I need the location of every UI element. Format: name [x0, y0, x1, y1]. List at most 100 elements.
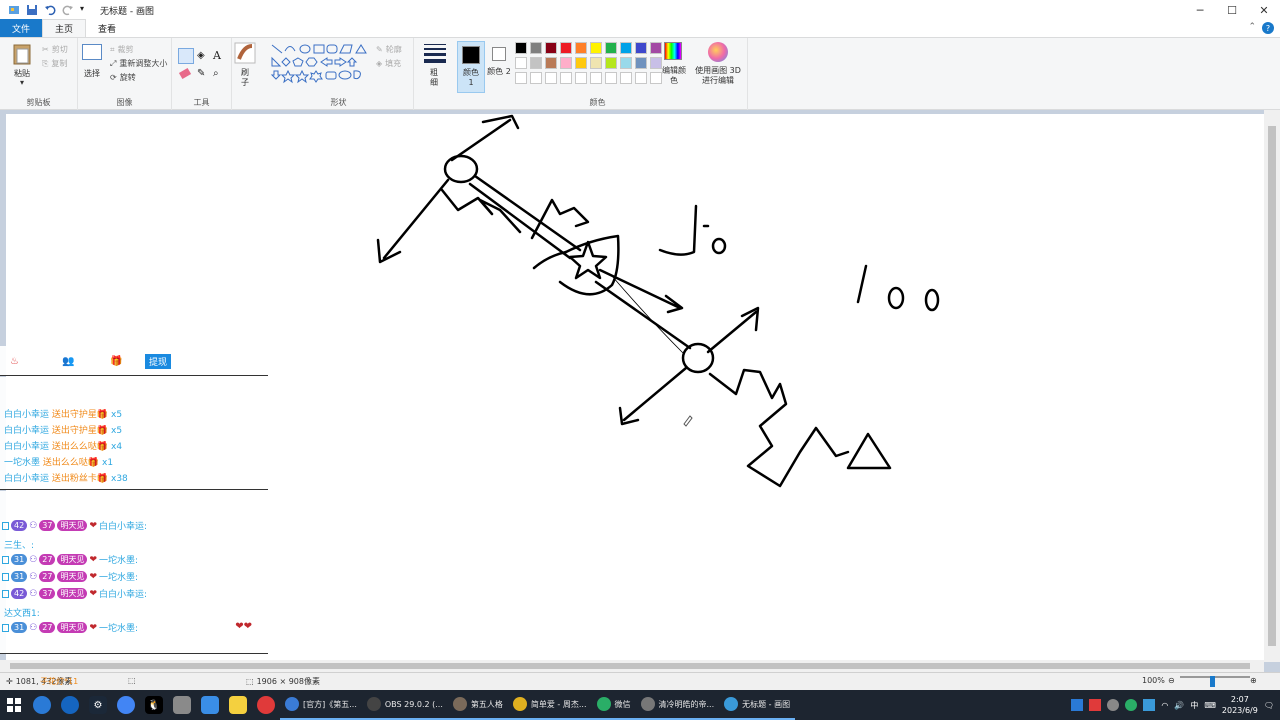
close-button[interactable]: ✕ — [1248, 0, 1280, 20]
magnifier-icon[interactable]: ⌕ — [213, 68, 219, 79]
fire-icon[interactable]: ♨ — [10, 356, 19, 367]
outline-icon: ✎ — [376, 45, 383, 54]
brushes-icon[interactable] — [234, 42, 256, 67]
tab-view[interactable]: 查看 — [86, 19, 128, 37]
fan-heart-icon: ❤ — [89, 622, 97, 633]
cut-button[interactable]: ✂ 剪切 — [42, 44, 68, 55]
select-button[interactable]: 选择 — [80, 68, 104, 79]
rotate-icon: ⟳ — [110, 73, 117, 82]
start-icon[interactable] — [5, 696, 23, 714]
chat-username-line: 达文西1: — [4, 609, 40, 619]
app-icon[interactable] — [201, 696, 219, 714]
zoom-slider-thumb[interactable] — [1210, 676, 1215, 687]
rotate-button[interactable]: ⟳ 旋转 — [110, 72, 136, 83]
ship-icon[interactable] — [173, 696, 191, 714]
chat-username: 白白小幸运: — [99, 590, 148, 600]
help-icon[interactable]: ? — [1262, 22, 1274, 34]
chat-checkbox-icon — [2, 572, 9, 581]
zoom-slider[interactable] — [1180, 676, 1250, 678]
maximize-button[interactable]: ☐ — [1216, 0, 1248, 20]
size-button[interactable]: 粗细 — [427, 68, 441, 88]
tools-group-label: 工具 — [193, 98, 210, 107]
cursor-icon: ✛ — [6, 677, 13, 686]
fill-icon[interactable]: ◈ — [197, 50, 205, 61]
taskbar-app[interactable]: 微信 — [591, 690, 636, 720]
vertical-scroll-thumb[interactable] — [1268, 126, 1276, 646]
pencil-icon[interactable] — [178, 48, 194, 64]
clock[interactable]: 2:07 2023/6/9 — [1222, 694, 1258, 716]
taskbar-app[interactable]: 无标题 - 画图 — [719, 690, 796, 720]
paste-icon[interactable] — [12, 42, 32, 69]
selection-icon: ⬚ — [128, 676, 136, 685]
horizontal-scroll-thumb[interactable] — [10, 663, 1250, 669]
text-icon[interactable]: A — [213, 49, 221, 62]
tray-icon-1[interactable] — [1071, 699, 1084, 711]
outline-button[interactable]: ✎ 轮廓 — [376, 44, 402, 55]
bilibili-icon[interactable] — [61, 696, 79, 714]
zoom-out-icon[interactable]: ⊖ — [1168, 676, 1175, 685]
edge-icon[interactable] — [33, 696, 51, 714]
taskbar-app[interactable]: 清冷明皓的帝... — [635, 690, 720, 720]
chrome-icon[interactable] — [117, 696, 135, 714]
save-icon[interactable] — [26, 4, 38, 16]
volume-icon[interactable]: 🔊 — [1174, 701, 1184, 710]
netease-music-icon[interactable] — [257, 696, 275, 714]
taskbar-app[interactable]: [官方]《第五... — [280, 690, 362, 720]
color-picker-icon[interactable]: ✎ — [197, 68, 205, 79]
tray-icon-2[interactable] — [1089, 699, 1102, 711]
zoom-in-icon[interactable]: ⊕ — [1250, 676, 1257, 685]
users-icon[interactable]: 👥 — [62, 356, 74, 367]
taskbar-app-icon — [366, 697, 381, 711]
ribbon: 粘贴 ▾ ✂ 剪切 ⎘ 复制 剪贴板 选择 ⌗ 裁剪 ⤢ 重新调整大小 ⟳ 旋转 图像 — [0, 38, 1280, 110]
horizontal-scrollbar[interactable] — [0, 660, 1264, 672]
shapes-gallery[interactable] — [268, 42, 372, 84]
crop-icon: ⌗ — [110, 44, 115, 54]
taskbar-app[interactable]: OBS 29.0.2 (... — [361, 690, 448, 720]
collapse-ribbon-icon[interactable]: ⌃ — [1248, 22, 1256, 32]
fill-button[interactable]: ◈ 填充 — [376, 58, 401, 69]
qq-icon[interactable]: 🐧 — [145, 696, 163, 714]
chat-username: 白白小幸运: — [99, 522, 148, 532]
taskbar-app[interactable]: 第五人格 — [447, 690, 508, 720]
steam-icon[interactable]: ⚙ — [89, 696, 107, 714]
tab-file[interactable]: 文件 — [0, 19, 43, 37]
ime-indicator[interactable]: 中 — [1190, 700, 1198, 711]
yellow-app-icon[interactable] — [229, 696, 247, 714]
customize-toolbar-icon[interactable]: ▾ — [80, 4, 92, 16]
tray-icon-5[interactable] — [1143, 699, 1156, 711]
fan-club-badge: 明天见 — [57, 554, 88, 565]
select-icon[interactable] — [82, 44, 102, 60]
notification-icon[interactable]: 🗨 — [1264, 701, 1274, 710]
undo-icon[interactable] — [44, 4, 56, 16]
tray-icon-3[interactable] — [1107, 699, 1120, 711]
vertical-scrollbar[interactable] — [1264, 110, 1280, 662]
size-icon[interactable] — [424, 44, 446, 63]
eraser-icon[interactable] — [178, 67, 192, 80]
paste-dropdown-icon[interactable]: ▾ — [8, 78, 36, 87]
chat-checkbox-icon — [2, 623, 9, 632]
minimize-button[interactable]: ─ — [1184, 0, 1216, 20]
medal-icon: ⚇ — [29, 520, 38, 531]
fan-heart-icon: ❤ — [89, 571, 97, 582]
withdraw-tab[interactable]: 提现 — [145, 354, 172, 369]
gift-list: 白白小幸运 送出守护星🎁 x5 白白小幸运 送出守护星🎁 x5 白白小幸运 送出么么… — [0, 377, 268, 490]
copy-button[interactable]: ⎘ 复制 — [42, 58, 67, 69]
chat-row: 42 ⚇ 37 明天见 ❤ 白白小幸运: — [2, 587, 147, 600]
fan-club-badge: 明天见 — [57, 571, 88, 582]
resize-button[interactable]: ⤢ 重新调整大小 — [110, 58, 167, 69]
tab-home[interactable]: 主页 — [42, 19, 87, 37]
tray-icon-4[interactable] — [1125, 699, 1138, 711]
brushes-button[interactable]: 刷子 — [238, 68, 252, 88]
keyboard-icon[interactable]: ⌨ — [1204, 701, 1216, 710]
wifi-icon[interactable]: ◠ — [1161, 701, 1168, 710]
gift-icon[interactable]: 🎁 — [110, 356, 122, 367]
fan-heart-icon: ❤ — [89, 588, 97, 599]
taskbar-app[interactable]: 简单爱 - 周杰... — [507, 690, 592, 720]
gift-item-icon: 🎁 — [96, 442, 109, 452]
crop-button[interactable]: ⌗ 裁剪 — [110, 44, 134, 55]
redo-icon[interactable] — [62, 4, 74, 16]
taskbar-app-label: 无标题 - 画图 — [742, 699, 791, 709]
fan-heart-icon: ❤ — [89, 520, 97, 531]
gift-action: 送出守护星 — [51, 426, 97, 436]
gift-user: 白白小幸运 — [4, 410, 50, 420]
